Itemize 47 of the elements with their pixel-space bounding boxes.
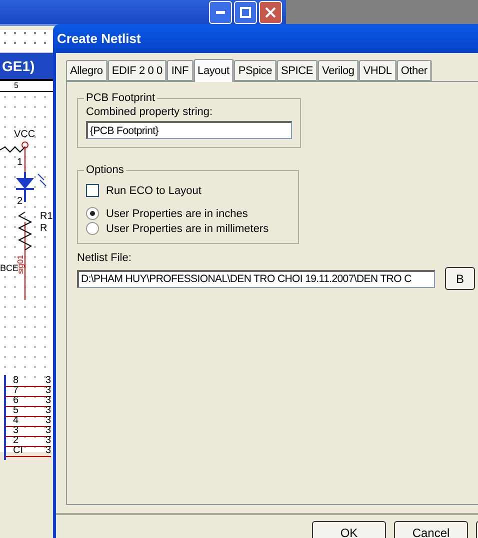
tab[interactable]: INF <box>167 60 194 81</box>
pin-row: 5 3 <box>5 406 51 417</box>
checkbox[interactable] <box>86 184 99 197</box>
tab[interactable]: Layout <box>194 59 234 82</box>
radio-label: User Properties are in inches <box>106 208 248 220</box>
tab[interactable]: PSpice <box>234 60 278 81</box>
maximize-button[interactable] <box>234 0 257 24</box>
minimize-button[interactable] <box>209 0 232 24</box>
dialog-button[interactable]: Cancel <box>394 521 468 538</box>
pin-row: 4 3 <box>5 416 51 427</box>
radio-label: User Properties are in millimeters <box>106 222 269 234</box>
tab[interactable]: Verilog <box>318 60 360 81</box>
input-field[interactable]: D:\PHAM HUY\PROFESSIONAL\DEN TRO CHOI 19.11.2007\DEN TRO C <box>77 270 435 288</box>
dialog-title: Create Netlist <box>53 24 478 53</box>
checkbox-label: Run ECO to Layout <box>106 184 202 196</box>
tab[interactable]: VHDL <box>359 60 397 81</box>
pin-label: 2 <box>17 197 23 207</box>
pin-row: CI 3 <box>5 446 51 457</box>
close-button[interactable] <box>259 0 282 24</box>
tab[interactable]: SPICE <box>277 60 318 81</box>
close-icon <box>265 6 276 18</box>
input-field[interactable]: {PCB Footprint} <box>86 121 292 139</box>
minimize-icon <box>216 10 225 14</box>
tab[interactable]: Allegro <box>66 60 108 81</box>
net-label: sig01 <box>17 254 25 274</box>
part-reference: R1 <box>40 212 53 222</box>
pin-row: 3 3 <box>5 426 51 437</box>
checkbox-option[interactable]: Run ECO to Layout <box>86 184 290 197</box>
field-label: Combined property string: <box>86 106 214 118</box>
group-title: PCB Footprint <box>85 92 156 104</box>
pin-row: 8 3 <box>5 376 51 387</box>
radio-button[interactable] <box>86 222 99 235</box>
browse-button[interactable]: B <box>445 267 475 290</box>
net-label: VCC <box>14 130 36 140</box>
group-title: Options <box>85 164 125 176</box>
pin-row: 7 3 <box>5 386 51 397</box>
maximize-icon <box>240 6 251 18</box>
part-label: BCE <box>0 263 19 273</box>
radio-button[interactable] <box>86 207 99 220</box>
tab[interactable]: EDIF 2 0 0 <box>108 60 168 81</box>
field-label: Netlist File: <box>77 252 132 264</box>
pin-row: 6 3 <box>5 396 51 407</box>
pin-label: 1 <box>17 158 23 168</box>
dialog-button[interactable]: OK <box>312 521 386 538</box>
part-value: R <box>40 224 48 234</box>
tab[interactable]: Other <box>396 60 432 81</box>
pin-row: 2 3 <box>5 436 51 447</box>
